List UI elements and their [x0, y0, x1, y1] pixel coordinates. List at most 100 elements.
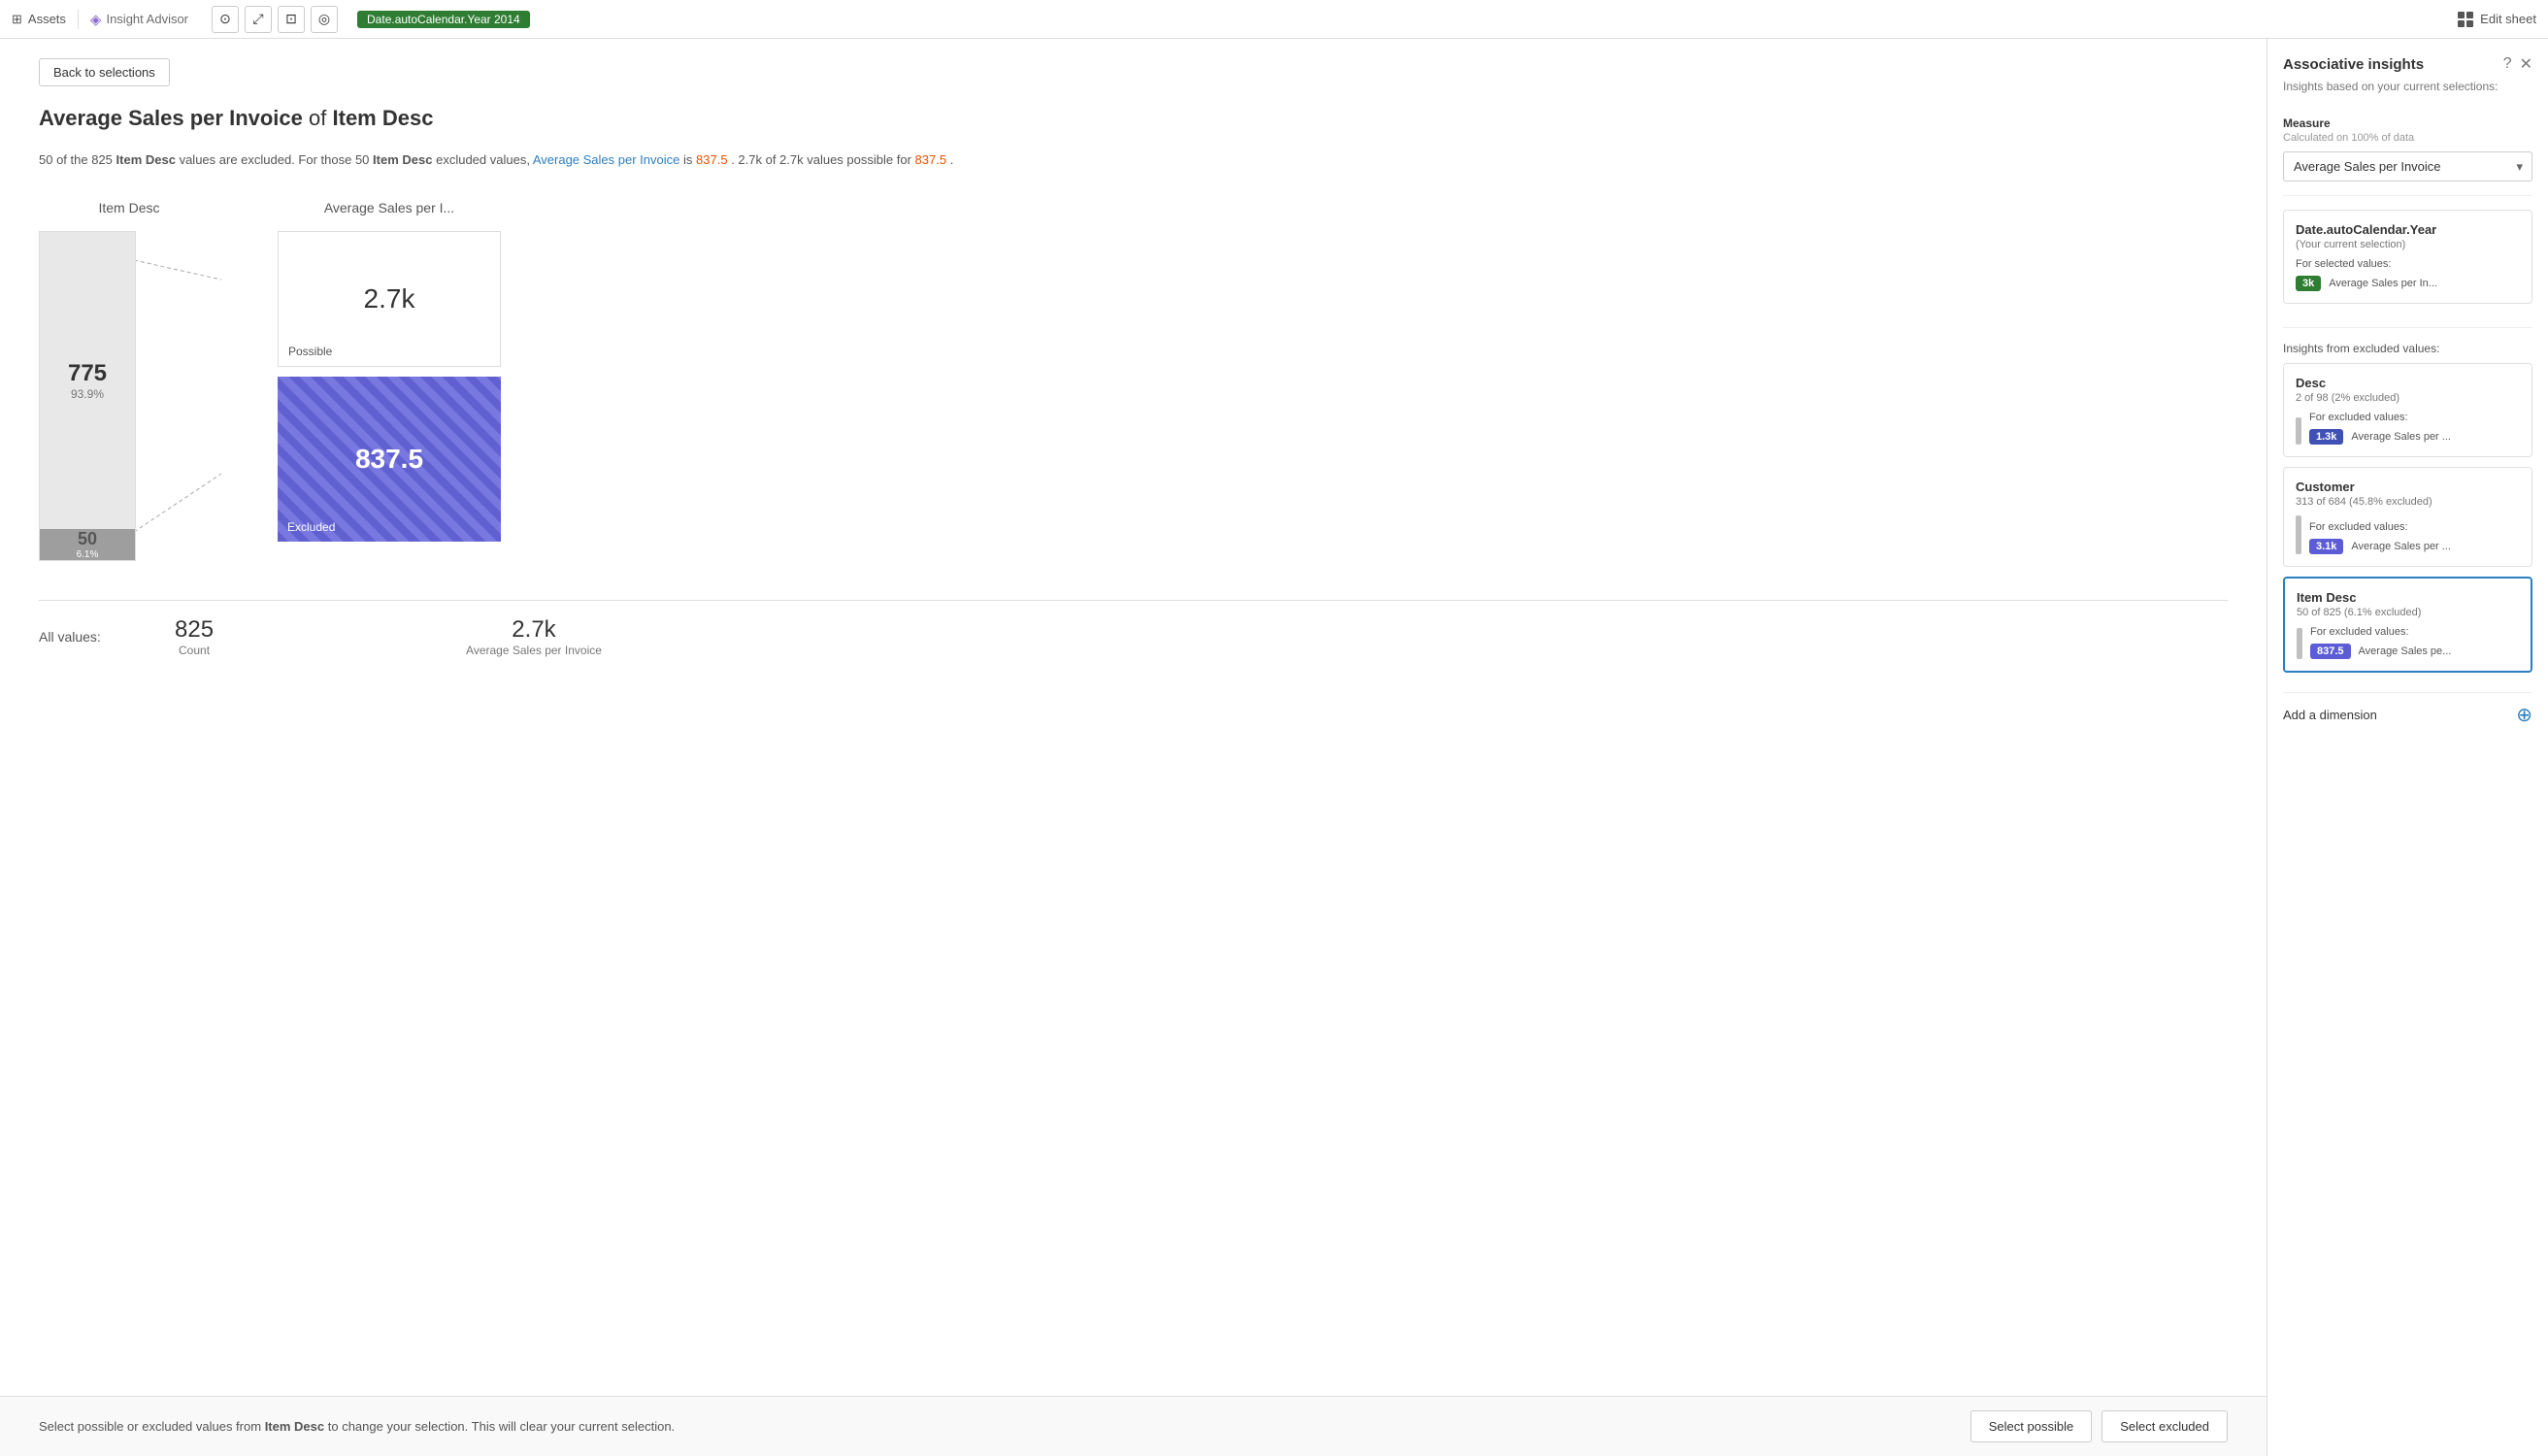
bar-possible-value: 775: [68, 360, 107, 387]
all-values-avg-sub: Average Sales per Invoice: [466, 644, 602, 657]
excluded-box: 837.5 Excluded: [278, 377, 501, 542]
selected-for-label: For selected values:: [2296, 258, 2520, 270]
all-values-count: 825 Count: [175, 616, 214, 657]
left-chart-col: Item Desc 775 93.9% 50 6.1%: [39, 200, 219, 561]
insight-card-itemdesc-sub: 50 of 825 (6.1% excluded): [2297, 607, 2519, 618]
content-area: Back to selections Average Sales per Inv…: [0, 39, 2267, 1456]
panel-header: Associative insights ? ✕: [2283, 54, 2532, 74]
right-charts: 2.7k Possible 837.5 Excluded: [278, 231, 501, 542]
measure-section-label: Measure: [2283, 116, 2532, 130]
icon-expand[interactable]: ⤢: [245, 6, 272, 33]
all-values-count-num: 825: [175, 616, 214, 644]
filter-chip[interactable]: Date.autoCalendar.Year 2014: [357, 11, 530, 28]
possible-box: 2.7k Possible: [278, 231, 501, 367]
desc-excluded-text: excluded values,: [436, 152, 530, 167]
bottom-bar: Select possible or excluded values from …: [0, 1396, 2267, 1456]
all-values-row: All values: 825 Count 2.7k Average Sales…: [39, 600, 2228, 657]
desc-field1: Item Desc: [116, 152, 176, 167]
insight-icon: ◈: [90, 11, 102, 28]
mini-bar-customer: [2296, 515, 2301, 554]
desc-link[interactable]: Average Sales per Invoice: [533, 152, 680, 167]
bar-possible: 775 93.9%: [40, 232, 135, 529]
select-excluded-button[interactable]: Select excluded: [2101, 1410, 2228, 1442]
add-dimension-label: Add a dimension: [2283, 708, 2377, 722]
divider-1: [2283, 195, 2532, 196]
icon-lasso[interactable]: ⊙: [212, 6, 239, 33]
insight-tab[interactable]: ◈ Insight Advisor: [90, 11, 188, 28]
divider-2: [2283, 327, 2532, 328]
bottom-actions: Select possible Select excluded: [1970, 1410, 2228, 1442]
connector-svg: [134, 231, 221, 561]
customer-card-row: 3.1k Average Sales per ...: [2309, 539, 2451, 554]
chart-section: Item Desc 775 93.9% 50 6.1%: [39, 200, 2228, 561]
itemdesc-for-excl-label: For excluded values:: [2310, 626, 2451, 638]
edit-sheet-label: Edit sheet: [2480, 12, 2536, 26]
insight-card-desc: Desc 2 of 98 (2% excluded) For excluded …: [2283, 363, 2532, 457]
page-title: Average Sales per Invoice of Item Desc: [39, 106, 2228, 131]
assets-tab[interactable]: ⊞ Assets: [12, 12, 66, 27]
right-chart-label: Average Sales per I...: [324, 200, 454, 215]
bar-possible-pct: 93.9%: [71, 387, 104, 401]
main-layout: Back to selections Average Sales per Inv…: [0, 39, 2548, 1456]
customer-badge-text: Average Sales per ...: [2351, 541, 2451, 552]
bottom-desc: Select possible or excluded values from …: [39, 1419, 675, 1434]
itemdesc-badge: 837.5: [2310, 644, 2351, 659]
add-dimension-button[interactable]: Add a dimension ⊕: [2283, 692, 2532, 737]
bottom-desc2: to change your selection. This will clea…: [328, 1419, 675, 1434]
back-to-selections-button[interactable]: Back to selections: [39, 58, 170, 86]
right-chart-col: Average Sales per I... 2.7k Possible 837…: [278, 200, 501, 542]
panel-close-button[interactable]: ✕: [2520, 54, 2532, 74]
toolbar-icons: ⊙ ⤢ ⊡ ◎: [212, 6, 338, 33]
measure-select-wrap: Average Sales per Invoice: [2283, 151, 2532, 182]
insight-card-itemdesc: Item Desc 50 of 825 (6.1% excluded) For …: [2283, 577, 2532, 673]
desc-end: .: [950, 152, 954, 167]
insight-card-desc-title: Desc: [2296, 376, 2520, 390]
insight-card-customer-title: Customer: [2296, 480, 2520, 494]
excluded-value: 837.5: [355, 444, 423, 475]
all-values-avg: 2.7k Average Sales per Invoice: [466, 616, 602, 657]
selected-card-row: 3k Average Sales per In...: [2296, 276, 2520, 291]
customer-for-excl-label: For excluded values:: [2309, 521, 2451, 533]
itemdesc-card-row: 837.5 Average Sales pe...: [2310, 644, 2451, 659]
all-values-avg-num: 2.7k: [512, 616, 555, 644]
description: 50 of the 825 Item Desc values are exclu…: [39, 150, 2228, 171]
icon-target[interactable]: ◎: [311, 6, 338, 33]
desc-prefix: 50 of the 825: [39, 152, 113, 167]
insight-card-customer: Customer 313 of 684 (45.8% excluded) For…: [2283, 467, 2532, 567]
assets-label: Assets: [28, 12, 66, 26]
selected-card-sub: (Your current selection): [2296, 239, 2520, 250]
left-bar-chart: 775 93.9% 50 6.1%: [39, 231, 136, 561]
assets-icon: ⊞: [12, 12, 22, 27]
desc-mid: values are excluded. For those 50: [180, 152, 370, 167]
title-field: Item Desc: [333, 106, 434, 130]
filter-chip-label: Date.autoCalendar.Year 2014: [367, 13, 520, 26]
title-measure: Average Sales per Invoice: [39, 106, 303, 130]
excluded-label: Excluded: [287, 520, 335, 534]
mini-bar-itemdesc: [2297, 628, 2302, 659]
title-of: of: [309, 106, 326, 130]
possible-label: Possible: [288, 345, 332, 358]
topbar-divider: [78, 10, 79, 29]
desc-suffix: . 2.7k of 2.7k values possible for: [731, 152, 911, 167]
insight-label: Insight Advisor: [106, 12, 188, 26]
desc-field2: Item Desc: [373, 152, 432, 167]
desc-val2: 837.5: [915, 152, 947, 167]
itemdesc-badge-text: Average Sales pe...: [2359, 645, 2452, 657]
customer-badge: 3.1k: [2309, 539, 2343, 554]
panel-help-icon[interactable]: ?: [2503, 55, 2512, 73]
select-possible-button[interactable]: Select possible: [1970, 1410, 2092, 1442]
mini-bar-desc: [2296, 417, 2301, 445]
measure-sublabel: Calculated on 100% of data: [2283, 132, 2532, 144]
left-chart-label: Item Desc: [98, 200, 159, 215]
bottom-field: Item Desc: [265, 1419, 324, 1434]
all-values-count-sub: Count: [179, 644, 210, 657]
measure-select[interactable]: Average Sales per Invoice: [2283, 151, 2532, 182]
possible-value: 2.7k: [364, 283, 415, 314]
icon-crop[interactable]: ⊡: [278, 6, 305, 33]
topbar: ⊞ Assets ◈ Insight Advisor ⊙ ⤢ ⊡ ◎ Date.…: [0, 0, 2548, 39]
edit-sheet-button[interactable]: Edit sheet: [2458, 12, 2536, 27]
bar-excluded-value: 50: [78, 529, 97, 549]
desc-card-row: 1.3k Average Sales per ...: [2309, 429, 2451, 445]
add-icon: ⊕: [2516, 703, 2532, 727]
desc-for-excl-label: For excluded values:: [2309, 412, 2451, 423]
